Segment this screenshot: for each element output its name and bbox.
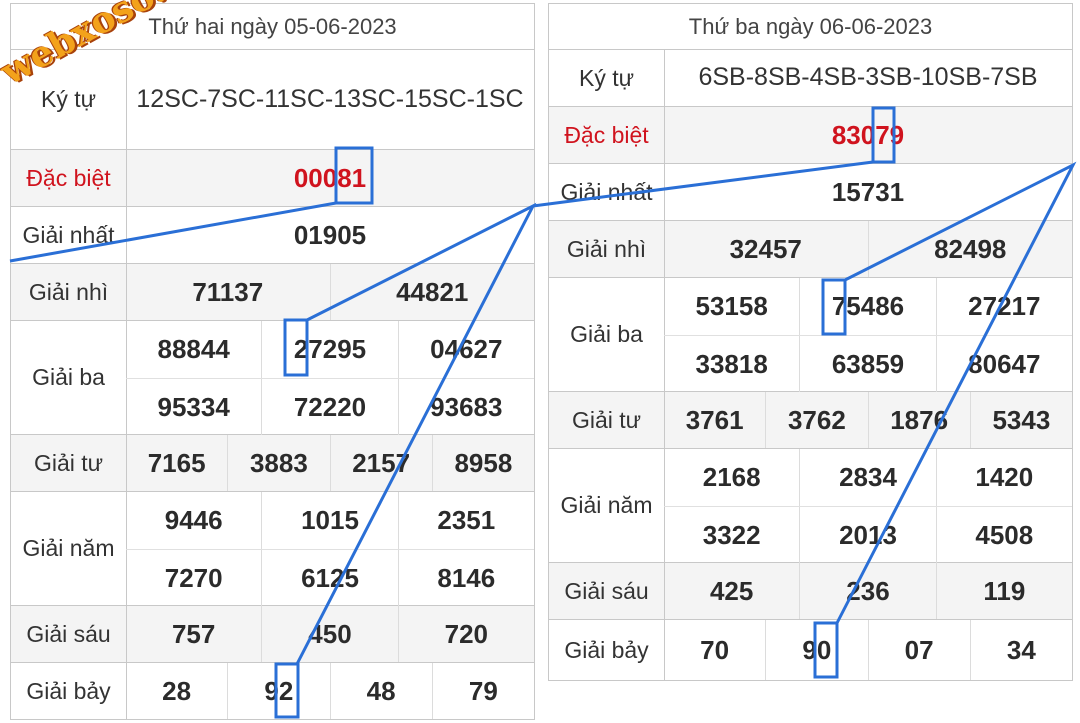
left-fourth-value: 2157 — [329, 435, 432, 491]
right-sixth-row: Giải sáu 425 236 119 — [549, 563, 1072, 620]
right-third-value: 63859 — [799, 336, 935, 393]
left-first-value: 01905 — [293, 219, 367, 250]
right-seventh-value: 90 — [765, 620, 867, 680]
left-special-row: Đặc biệt 00081 — [11, 150, 534, 207]
left-fifth-value: 8146 — [397, 550, 534, 607]
right-third-row: Giải ba 53158 75486 27217 33818 63859 80… — [549, 278, 1072, 393]
left-fifth-row: Giải năm 9446 1015 2351 7270 6125 8146 — [11, 492, 534, 607]
right-seventh-value: 34 — [969, 620, 1072, 680]
right-fifth-value: 2168 — [702, 462, 761, 492]
right-serial-value: 6SB-8SB-4SB-3SB-10SB-7SB — [698, 63, 1038, 92]
left-special-value: 00081 — [293, 162, 367, 193]
left-seventh-row: Giải bảy 28 92 48 79 — [11, 663, 534, 719]
left-first-row: Giải nhất 01905 — [11, 207, 534, 264]
right-serial-label: Ký tự — [549, 50, 665, 106]
right-seventh-value: 07 — [867, 620, 970, 680]
left-first-label: Giải nhất — [11, 207, 127, 263]
left-fifth-label: Giải năm — [11, 492, 127, 605]
left-special-label: Đặc biệt — [11, 150, 127, 206]
left-third-value: 04627 — [397, 321, 534, 378]
right-sixth-value: 119 — [935, 563, 1072, 619]
left-serial-value: 12SC-7SC-11SC-13SC-15SC-1SC — [136, 84, 524, 113]
left-sixth-value: 757 — [171, 618, 216, 649]
right-fifth-row: Giải năm 2168 2834 1420 3322 2013 4508 — [549, 449, 1072, 564]
right-fourth-value: 3761 — [685, 404, 744, 435]
left-seventh-value: 28 — [162, 675, 192, 706]
right-fourth-value: 5343 — [969, 392, 1072, 448]
left-third-value: 27295 — [261, 321, 397, 378]
right-fifth-value: 2834 — [799, 449, 935, 506]
left-fifth-value: 9446 — [164, 505, 223, 535]
right-third-value: 53158 — [695, 291, 768, 321]
left-seventh-label: Giải bảy — [11, 663, 127, 719]
left-second-row: Giải nhì 71137 44821 — [11, 264, 534, 321]
right-third-value: 27217 — [935, 278, 1072, 335]
right-fifth-value: 4508 — [935, 507, 1072, 564]
left-serial-row: Ký tự 12SC-7SC-11SC-13SC-15SC-1SC — [11, 50, 534, 150]
right-third-value: 33818 — [695, 349, 768, 379]
left-fourth-label: Giải tư — [11, 435, 127, 491]
left-third-value: 95334 — [157, 392, 230, 422]
left-sixth-value: 720 — [397, 606, 534, 662]
left-fourth-row: Giải tư 7165 3883 2157 8958 — [11, 435, 534, 492]
left-sixth-row: Giải sáu 757 450 720 — [11, 606, 534, 663]
left-sixth-value: 450 — [261, 606, 397, 662]
right-second-label: Giải nhì — [549, 221, 665, 277]
right-sixth-value: 425 — [709, 575, 754, 606]
right-fourth-value: 3762 — [765, 392, 867, 448]
left-fifth-value: 2351 — [397, 492, 534, 549]
right-special-row: Đặc biệt 83079 — [549, 107, 1072, 164]
right-results-table: Thứ ba ngày 06-06-2023 Ký tự 6SB-8SB-4SB… — [548, 3, 1073, 681]
left-third-label: Giải ba — [11, 321, 127, 434]
right-fourth-value: 1876 — [867, 392, 970, 448]
right-first-row: Giải nhất 15731 — [549, 164, 1072, 221]
left-second-value: 44821 — [329, 264, 535, 320]
right-fourth-row: Giải tư 3761 3762 1876 5343 — [549, 392, 1072, 449]
left-sixth-label: Giải sáu — [11, 606, 127, 662]
right-fifth-value: 2013 — [799, 507, 935, 564]
right-sixth-value: 236 — [799, 563, 935, 619]
right-first-label: Giải nhất — [549, 164, 665, 220]
right-third-value: 75486 — [799, 278, 935, 335]
left-seventh-value: 79 — [431, 663, 534, 719]
left-second-label: Giải nhì — [11, 264, 127, 320]
left-third-value: 88844 — [157, 334, 230, 364]
right-second-row: Giải nhì 32457 82498 — [549, 221, 1072, 278]
right-serial-row: Ký tự 6SB-8SB-4SB-3SB-10SB-7SB — [549, 50, 1072, 107]
left-third-value: 93683 — [397, 379, 534, 436]
left-fifth-value: 1015 — [261, 492, 397, 549]
right-second-value: 82498 — [867, 221, 1073, 277]
right-table-title: Thứ ba ngày 06-06-2023 — [549, 4, 1072, 50]
right-special-value: 83079 — [831, 119, 905, 150]
right-seventh-row: Giải bảy 70 90 07 34 — [549, 620, 1072, 680]
left-seventh-value: 92 — [227, 663, 329, 719]
right-seventh-value: 70 — [700, 634, 730, 665]
left-fifth-value: 7270 — [164, 563, 223, 593]
right-second-value: 32457 — [729, 233, 802, 264]
right-fifth-label: Giải năm — [549, 449, 665, 562]
right-sixth-label: Giải sáu — [549, 563, 665, 619]
right-third-value: 80647 — [935, 336, 1072, 393]
left-seventh-value: 48 — [329, 663, 432, 719]
right-fifth-value: 3322 — [702, 520, 761, 550]
right-seventh-label: Giải bảy — [549, 620, 665, 680]
left-fourth-value: 3883 — [227, 435, 329, 491]
right-first-value: 15731 — [831, 176, 905, 207]
right-fifth-value: 1420 — [935, 449, 1072, 506]
left-fifth-value: 6125 — [261, 550, 397, 607]
left-third-value: 72220 — [261, 379, 397, 436]
right-fourth-label: Giải tư — [549, 392, 665, 448]
left-fourth-value: 8958 — [431, 435, 534, 491]
left-second-value: 71137 — [192, 276, 264, 307]
left-third-row: Giải ba 88844 27295 04627 95334 72220 93… — [11, 321, 534, 436]
right-special-label: Đặc biệt — [549, 107, 665, 163]
right-third-label: Giải ba — [549, 278, 665, 391]
left-results-table: Thứ hai ngày 05-06-2023 Ký tự 12SC-7SC-1… — [10, 3, 535, 720]
left-fourth-value: 7165 — [147, 447, 206, 478]
